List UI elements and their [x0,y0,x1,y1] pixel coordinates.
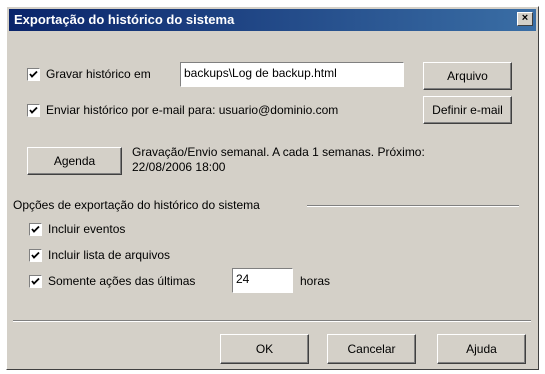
hours-input[interactable]: 24 [232,268,293,293]
footer-separator [13,320,531,322]
close-icon: × [521,12,529,24]
group-divider [307,205,519,207]
email-history-checkbox[interactable] [27,104,40,117]
check-icon [31,225,40,233]
schedule-info-line1: Gravação/Envio semanal. A cada 1 semanas… [132,145,425,159]
file-button[interactable]: Arquivo [423,62,512,90]
only-recent-label: Somente ações das últimas [48,274,196,288]
schedule-info-line2: 22/08/2006 18:00 [132,160,226,174]
dialog-title: Exportação do histórico do sistema [14,12,235,27]
check-icon [31,277,40,285]
check-icon [31,251,40,259]
check-icon [29,70,38,78]
only-recent-checkbox[interactable] [29,275,42,288]
save-history-checkbox[interactable] [27,68,40,81]
include-events-label: Incluir eventos [48,222,126,236]
export-history-dialog: Exportação do histórico do sistema × Gra… [6,6,539,370]
title-bar[interactable]: Exportação do histórico do sistema × [9,9,536,31]
help-button[interactable]: Ajuda [437,334,526,364]
include-events-checkbox[interactable] [29,223,42,236]
check-icon [29,106,38,114]
email-history-label: Enviar histórico por e-mail para: usuari… [46,103,339,117]
history-path-input[interactable]: backups\Log de backup.html [180,62,404,87]
save-history-label: Gravar histórico em [46,67,151,81]
export-options-group-title: Opções de exportação do histórico do sis… [13,198,264,212]
include-files-checkbox[interactable] [29,249,42,262]
schedule-button[interactable]: Agenda [27,147,122,175]
close-button[interactable]: × [517,12,533,26]
set-email-button[interactable]: Definir e-mail [423,96,512,124]
cancel-button[interactable]: Cancelar [327,334,416,364]
hours-unit-label: horas [300,274,331,288]
ok-button[interactable]: OK [220,334,309,364]
include-files-label: Incluir lista de arquivos [48,248,171,262]
